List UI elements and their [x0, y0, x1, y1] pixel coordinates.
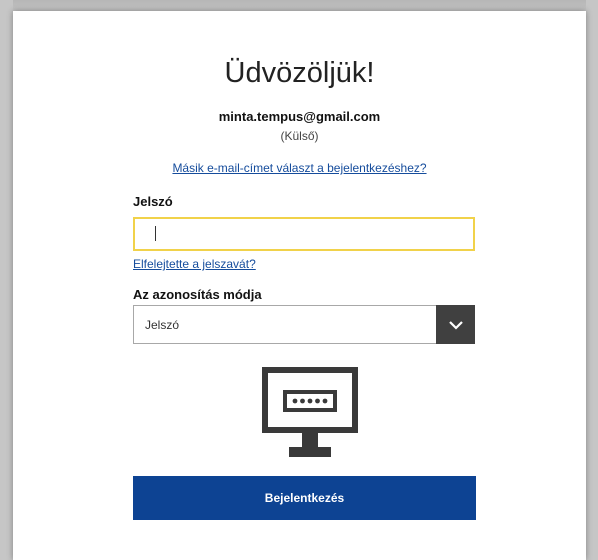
- chevron-down-icon: [448, 320, 463, 330]
- password-monitor-icon: [262, 367, 358, 457]
- auth-method-select[interactable]: Jelszó: [133, 305, 475, 344]
- forgot-password-link[interactable]: Elfelejtette a jelszavát?: [133, 257, 256, 271]
- page-title: Üdvözöljük!: [224, 57, 375, 89]
- account-email: minta.tempus@gmail.com: [218, 109, 381, 124]
- login-button[interactable]: Bejelentkezés: [133, 476, 476, 520]
- auth-method-label: Az azonosítás módja: [133, 287, 262, 302]
- login-panel: Üdvözöljük! minta.tempus@gmail.com (Küls…: [13, 11, 586, 560]
- other-email-link[interactable]: Másik e-mail-címet választ a bejelentkez…: [13, 161, 586, 175]
- password-label: Jelszó: [133, 194, 173, 209]
- window-left-edge: [0, 0, 13, 560]
- window-right-edge: [586, 0, 598, 560]
- select-arrow-button[interactable]: [436, 305, 475, 344]
- window-top-edge: [0, 0, 598, 11]
- text-caret: [155, 226, 156, 241]
- auth-method-selected-value: Jelszó: [145, 318, 180, 332]
- password-field[interactable]: [133, 217, 475, 251]
- account-type-label: (Külső): [280, 129, 319, 143]
